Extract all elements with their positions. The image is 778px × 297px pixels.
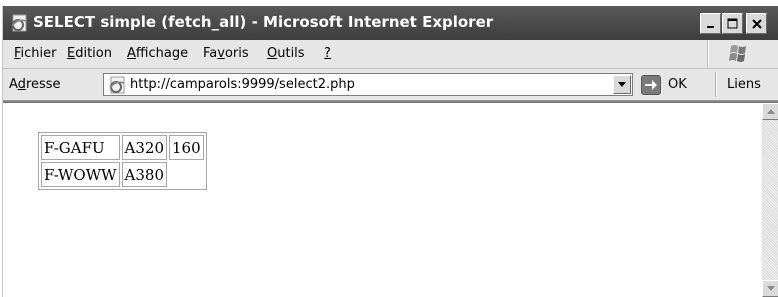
browser-window: SELECT simple (fetch_all) - Microsoft In… <box>2 6 778 297</box>
title-bar[interactable]: SELECT simple (fetch_all) - Microsoft In… <box>3 6 778 40</box>
links-button[interactable]: Liens <box>727 77 761 92</box>
vertical-scrollbar[interactable] <box>762 103 778 297</box>
go-label[interactable]: OK <box>668 77 687 92</box>
windows-logo-icon <box>729 45 746 62</box>
menu-edition[interactable]: Edition <box>67 46 112 61</box>
table-cell: 160 <box>169 135 204 160</box>
address-label: Adresse <box>9 77 61 92</box>
table-row: F-WOWW A380 <box>41 162 204 187</box>
window-title: SELECT simple (fetch_all) - Microsoft In… <box>33 13 494 31</box>
menu-affichage[interactable]: Affichage <box>127 46 188 61</box>
menu-bar: Fichier Edition Affichage Favoris Outils… <box>3 40 778 69</box>
scroll-down-icon <box>766 286 775 291</box>
go-arrow-icon <box>645 80 657 90</box>
table-cell: A320 <box>121 135 168 160</box>
toolbar-separator <box>715 72 716 97</box>
address-dropdown-button[interactable] <box>613 75 631 94</box>
maximize-button[interactable] <box>722 13 743 34</box>
page-content: F-GAFU A320 160 F-WOWW A380 <box>3 101 778 297</box>
results-table: F-GAFU A320 160 F-WOWW A380 <box>38 132 207 190</box>
menu-fichier[interactable]: Fichier <box>14 46 57 61</box>
address-bar: Adresse http://camparols:9999/select2.ph… <box>3 69 778 101</box>
table-cell: F-WOWW <box>41 162 120 187</box>
table-row: F-GAFU A320 160 <box>41 135 204 160</box>
table-cell-empty <box>169 162 204 187</box>
chevron-down-icon <box>618 82 626 87</box>
maximize-icon <box>727 18 738 29</box>
minimize-icon <box>706 25 714 28</box>
minimize-button[interactable] <box>700 13 721 34</box>
menu-favoris[interactable]: Favoris <box>203 46 249 61</box>
address-input[interactable]: http://camparols:9999/select2.php <box>103 73 633 96</box>
ie-page-icon <box>11 14 27 32</box>
address-url: http://camparols:9999/select2.php <box>130 77 355 92</box>
table-cell: A380 <box>121 162 168 187</box>
menu-outils[interactable]: Outils <box>267 46 305 61</box>
scroll-up-icon <box>766 109 775 114</box>
scroll-down-button[interactable] <box>762 280 778 297</box>
table-cell: F-GAFU <box>41 135 120 160</box>
throbber <box>708 40 767 68</box>
menu-help[interactable]: ? <box>324 46 331 61</box>
scroll-up-button[interactable] <box>762 103 778 120</box>
close-icon <box>751 18 762 29</box>
close-button[interactable] <box>746 13 767 34</box>
ie-page-icon <box>109 76 125 94</box>
go-button[interactable] <box>641 75 661 95</box>
